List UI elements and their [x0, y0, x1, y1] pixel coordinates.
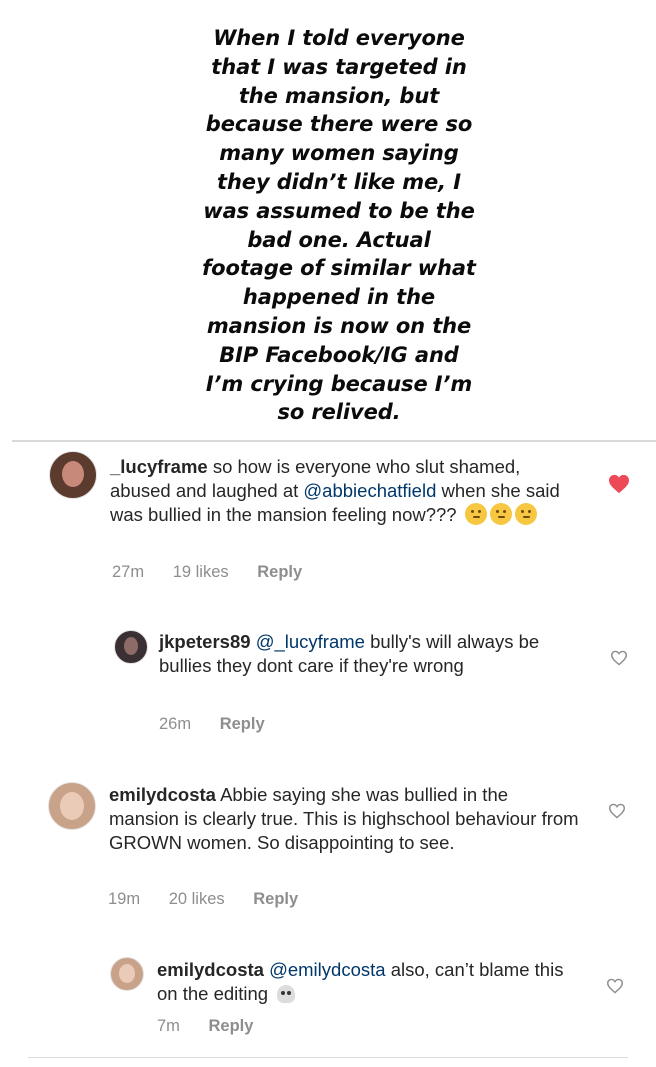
heart-outline-icon[interactable] [606, 978, 624, 994]
comment-mention[interactable]: @emilydcosta [269, 959, 385, 980]
comment-mention[interactable]: @_lucyframe [256, 631, 365, 652]
thinking-face-emoji [489, 503, 512, 525]
comment-text: emilydcosta Abbie saying she was bullied… [109, 783, 579, 855]
comment-time: 27m [112, 563, 145, 581]
comment-text: _lucyframe so how is everyone who slut s… [110, 455, 580, 527]
comment-time: 7m [157, 1017, 180, 1035]
comment-username[interactable]: emilydcosta [157, 959, 264, 980]
reply-button[interactable]: Reply [253, 890, 298, 909]
avatar-face [124, 637, 138, 655]
reply-button[interactable]: Reply [220, 715, 265, 734]
comment-time: 19m [108, 890, 141, 908]
comment-likes[interactable]: 20 likes [169, 890, 225, 909]
comment-text: emilydcosta @emilydcosta also, can’t bla… [157, 958, 577, 1006]
comment-meta: 27m 19 likes Reply [112, 563, 326, 582]
thinking-face-emoji [464, 503, 487, 525]
comment-meta: 7m Reply [157, 1017, 277, 1036]
skull-emoji [277, 985, 296, 1003]
avatar[interactable] [48, 782, 96, 830]
heart-outline-icon[interactable] [610, 650, 628, 666]
avatar[interactable] [114, 630, 148, 664]
comment-mention[interactable]: @abbiechatfield [303, 480, 436, 501]
filled-heart-icon[interactable] [608, 474, 630, 494]
reply-button[interactable]: Reply [209, 1017, 254, 1036]
avatar-face [60, 792, 84, 820]
comment-meta: 26m Reply [159, 715, 289, 734]
comment-time: 26m [159, 715, 192, 733]
avatar[interactable] [110, 957, 144, 991]
reply-button[interactable]: Reply [257, 563, 302, 582]
thinking-face-emoji [514, 503, 537, 525]
avatar-face [119, 964, 135, 983]
comment-likes[interactable]: 19 likes [173, 563, 229, 582]
heart-outline-icon[interactable] [608, 803, 626, 819]
avatar-face [62, 461, 84, 487]
comment-text: jkpeters89 @_lucyframe bully's will alwa… [159, 630, 579, 678]
comment-username[interactable]: jkpeters89 [159, 631, 251, 652]
comment-meta: 19m 20 likes Reply [108, 890, 322, 909]
bottom-divider [28, 1057, 628, 1058]
comment-username[interactable]: _lucyframe [110, 456, 208, 477]
comment-username[interactable]: emilydcosta [109, 784, 216, 805]
comment-reply-item: emilydcosta @emilydcosta also, can’t bla… [0, 0, 656, 1035]
section-divider [12, 440, 656, 442]
avatar[interactable] [49, 451, 97, 499]
